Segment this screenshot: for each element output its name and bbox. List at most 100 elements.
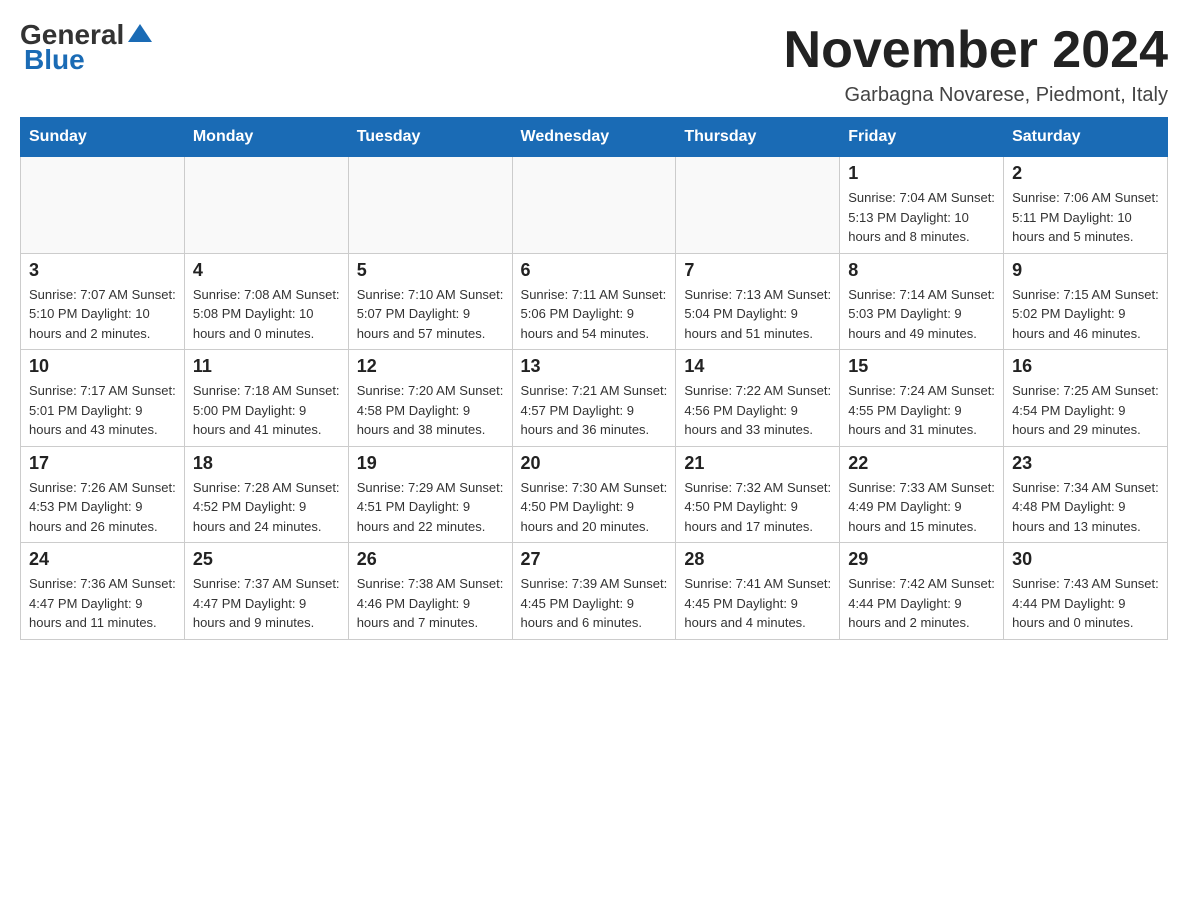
day-number: 10 bbox=[29, 356, 176, 377]
table-row bbox=[348, 157, 512, 254]
table-row: 29 Sunrise: 7:42 AM Sunset: 4:44 PM Dayli… bbox=[840, 543, 1004, 640]
header-thursday: Thursday bbox=[676, 118, 840, 157]
table-row: 1 Sunrise: 7:04 AM Sunset: 5:13 PM Daylig… bbox=[840, 157, 1004, 254]
table-row: 16 Sunrise: 7:25 AM Sunset: 4:54 PM Dayli… bbox=[1004, 350, 1168, 447]
page-header: General Blue November 2024 Garbagna Nova… bbox=[20, 20, 1168, 107]
day-info: Sunrise: 7:29 AM Sunset: 4:51 PM Dayligh… bbox=[357, 478, 504, 537]
day-number: 16 bbox=[1012, 356, 1159, 377]
location-text: Garbagna Novarese, Piedmont, Italy bbox=[784, 84, 1168, 107]
day-number: 27 bbox=[521, 549, 668, 570]
header-tuesday: Tuesday bbox=[348, 118, 512, 157]
day-number: 5 bbox=[357, 260, 504, 281]
day-info: Sunrise: 7:15 AM Sunset: 5:02 PM Dayligh… bbox=[1012, 285, 1159, 344]
day-info: Sunrise: 7:18 AM Sunset: 5:00 PM Dayligh… bbox=[193, 381, 340, 440]
day-info: Sunrise: 7:25 AM Sunset: 4:54 PM Dayligh… bbox=[1012, 381, 1159, 440]
day-number: 24 bbox=[29, 549, 176, 570]
logo-icon bbox=[126, 20, 154, 48]
table-row: 3 Sunrise: 7:07 AM Sunset: 5:10 PM Daylig… bbox=[21, 253, 185, 350]
table-row: 20 Sunrise: 7:30 AM Sunset: 4:50 PM Dayli… bbox=[512, 446, 676, 543]
day-info: Sunrise: 7:38 AM Sunset: 4:46 PM Dayligh… bbox=[357, 574, 504, 633]
day-number: 29 bbox=[848, 549, 995, 570]
calendar-header-row: Sunday Monday Tuesday Wednesday Thursday… bbox=[21, 118, 1168, 157]
table-row: 8 Sunrise: 7:14 AM Sunset: 5:03 PM Daylig… bbox=[840, 253, 1004, 350]
table-row bbox=[676, 157, 840, 254]
table-row: 22Sunrise: 7:33 AM Sunset: 4:49 PM Dayli… bbox=[840, 446, 1004, 543]
table-row: 19 Sunrise: 7:29 AM Sunset: 4:51 PM Dayli… bbox=[348, 446, 512, 543]
table-row: 14Sunrise: 7:22 AM Sunset: 4:56 PM Dayli… bbox=[676, 350, 840, 447]
table-row: 4 Sunrise: 7:08 AM Sunset: 5:08 PM Daylig… bbox=[184, 253, 348, 350]
table-row: 28 Sunrise: 7:41 AM Sunset: 4:45 PM Dayli… bbox=[676, 543, 840, 640]
day-number: 2 bbox=[1012, 163, 1159, 184]
day-number: 21 bbox=[684, 453, 831, 474]
day-info: Sunrise: 7:07 AM Sunset: 5:10 PM Dayligh… bbox=[29, 285, 176, 344]
header-monday: Monday bbox=[184, 118, 348, 157]
header-saturday: Saturday bbox=[1004, 118, 1168, 157]
header-friday: Friday bbox=[840, 118, 1004, 157]
day-info: Sunrise: 7:08 AM Sunset: 5:08 PM Dayligh… bbox=[193, 285, 340, 344]
table-row: 21Sunrise: 7:32 AM Sunset: 4:50 PM Dayli… bbox=[676, 446, 840, 543]
day-info: Sunrise: 7:42 AM Sunset: 4:44 PM Dayligh… bbox=[848, 574, 995, 633]
month-title: November 2024 bbox=[784, 20, 1168, 80]
day-number: 15 bbox=[848, 356, 995, 377]
table-row: 7 Sunrise: 7:13 AM Sunset: 5:04 PM Daylig… bbox=[676, 253, 840, 350]
table-row: 15 Sunrise: 7:24 AM Sunset: 4:55 PM Dayli… bbox=[840, 350, 1004, 447]
day-info: Sunrise: 7:41 AM Sunset: 4:45 PM Dayligh… bbox=[684, 574, 831, 633]
day-info: Sunrise: 7:10 AM Sunset: 5:07 PM Dayligh… bbox=[357, 285, 504, 344]
day-info: Sunrise: 7:14 AM Sunset: 5:03 PM Dayligh… bbox=[848, 285, 995, 344]
day-number: 30 bbox=[1012, 549, 1159, 570]
day-number: 1 bbox=[848, 163, 995, 184]
day-number: 4 bbox=[193, 260, 340, 281]
day-number: 18 bbox=[193, 453, 340, 474]
day-number: 13 bbox=[521, 356, 668, 377]
table-row: 11 Sunrise: 7:18 AM Sunset: 5:00 PM Dayli… bbox=[184, 350, 348, 447]
table-row: 5 Sunrise: 7:10 AM Sunset: 5:07 PM Daylig… bbox=[348, 253, 512, 350]
header-wednesday: Wednesday bbox=[512, 118, 676, 157]
day-info: Sunrise: 7:24 AM Sunset: 4:55 PM Dayligh… bbox=[848, 381, 995, 440]
table-row: 27 Sunrise: 7:39 AM Sunset: 4:45 PM Dayli… bbox=[512, 543, 676, 640]
day-info: Sunrise: 7:26 AM Sunset: 4:53 PM Dayligh… bbox=[29, 478, 176, 537]
day-info: Sunrise: 7:33 AM Sunset: 4:49 PM Dayligh… bbox=[848, 478, 995, 537]
day-number: 9 bbox=[1012, 260, 1159, 281]
table-row: 13 Sunrise: 7:21 AM Sunset: 4:57 PM Dayli… bbox=[512, 350, 676, 447]
day-info: Sunrise: 7:17 AM Sunset: 5:01 PM Dayligh… bbox=[29, 381, 176, 440]
day-number: 26 bbox=[357, 549, 504, 570]
day-info: Sunrise: 7:13 AM Sunset: 5:04 PM Dayligh… bbox=[684, 285, 831, 344]
day-info: Sunrise: 7:37 AM Sunset: 4:47 PM Dayligh… bbox=[193, 574, 340, 633]
table-row: 30 Sunrise: 7:43 AM Sunset: 4:44 PM Dayli… bbox=[1004, 543, 1168, 640]
day-number: 19 bbox=[357, 453, 504, 474]
title-block: November 2024 Garbagna Novarese, Piedmon… bbox=[784, 20, 1168, 107]
calendar-table: Sunday Monday Tuesday Wednesday Thursday… bbox=[20, 117, 1168, 640]
day-info: Sunrise: 7:06 AM Sunset: 5:11 PM Dayligh… bbox=[1012, 188, 1159, 247]
day-number: 7 bbox=[684, 260, 831, 281]
logo: General Blue bbox=[20, 20, 154, 76]
day-number: 28 bbox=[684, 549, 831, 570]
day-info: Sunrise: 7:21 AM Sunset: 4:57 PM Dayligh… bbox=[521, 381, 668, 440]
day-info: Sunrise: 7:30 AM Sunset: 4:50 PM Dayligh… bbox=[521, 478, 668, 537]
day-number: 3 bbox=[29, 260, 176, 281]
day-number: 23 bbox=[1012, 453, 1159, 474]
table-row: 17 Sunrise: 7:26 AM Sunset: 4:53 PM Dayli… bbox=[21, 446, 185, 543]
table-row bbox=[21, 157, 185, 254]
header-sunday: Sunday bbox=[21, 118, 185, 157]
day-number: 8 bbox=[848, 260, 995, 281]
day-info: Sunrise: 7:34 AM Sunset: 4:48 PM Dayligh… bbox=[1012, 478, 1159, 537]
table-row bbox=[184, 157, 348, 254]
day-number: 17 bbox=[29, 453, 176, 474]
day-info: Sunrise: 7:36 AM Sunset: 4:47 PM Dayligh… bbox=[29, 574, 176, 633]
table-row: 23 Sunrise: 7:34 AM Sunset: 4:48 PM Dayli… bbox=[1004, 446, 1168, 543]
day-info: Sunrise: 7:04 AM Sunset: 5:13 PM Dayligh… bbox=[848, 188, 995, 247]
table-row: 12Sunrise: 7:20 AM Sunset: 4:58 PM Dayli… bbox=[348, 350, 512, 447]
day-number: 20 bbox=[521, 453, 668, 474]
day-info: Sunrise: 7:11 AM Sunset: 5:06 PM Dayligh… bbox=[521, 285, 668, 344]
table-row bbox=[512, 157, 676, 254]
table-row: 6 Sunrise: 7:11 AM Sunset: 5:06 PM Daylig… bbox=[512, 253, 676, 350]
logo-blue-text: Blue bbox=[24, 44, 85, 75]
day-info: Sunrise: 7:28 AM Sunset: 4:52 PM Dayligh… bbox=[193, 478, 340, 537]
day-number: 11 bbox=[193, 356, 340, 377]
table-row: 25Sunrise: 7:37 AM Sunset: 4:47 PM Dayli… bbox=[184, 543, 348, 640]
day-info: Sunrise: 7:39 AM Sunset: 4:45 PM Dayligh… bbox=[521, 574, 668, 633]
day-number: 6 bbox=[521, 260, 668, 281]
day-info: Sunrise: 7:22 AM Sunset: 4:56 PM Dayligh… bbox=[684, 381, 831, 440]
day-number: 12 bbox=[357, 356, 504, 377]
day-info: Sunrise: 7:43 AM Sunset: 4:44 PM Dayligh… bbox=[1012, 574, 1159, 633]
